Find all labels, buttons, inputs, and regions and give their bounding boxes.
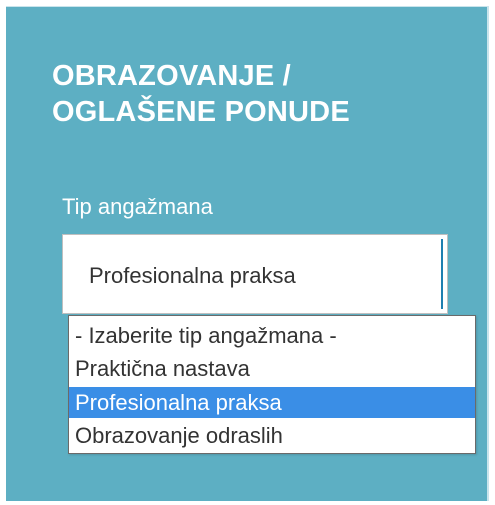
dropdown-option-profesionalna-praksa[interactable]: Profesionalna praksa: [69, 387, 475, 418]
section-title-line-1: OBRAZOVANJE /: [52, 60, 291, 92]
select-focus-edge: [441, 239, 445, 309]
dropdown-option-placeholder[interactable]: - Izaberite tip angažmana -: [69, 320, 475, 351]
dropdown-option-prakticna-nastava[interactable]: Praktična nastava: [69, 353, 475, 384]
engagement-type-selected-value: Profesionalna praksa: [89, 263, 296, 288]
section-title-line-2: OGLAŠENE PONUDE: [52, 96, 350, 128]
engagement-type-select[interactable]: Profesionalna praksa: [62, 234, 448, 314]
panel-edge: [487, 6, 489, 501]
engagement-type-label: Tip angažmana: [62, 194, 213, 219]
section-title: OBRAZOVANJE / OGLAŠENE PONUDE: [52, 58, 350, 130]
engagement-type-dropdown-list: - Izaberite tip angažmana - Praktična na…: [68, 315, 476, 454]
dropdown-option-obrazovanje-odraslih[interactable]: Obrazovanje odraslih: [69, 420, 475, 451]
